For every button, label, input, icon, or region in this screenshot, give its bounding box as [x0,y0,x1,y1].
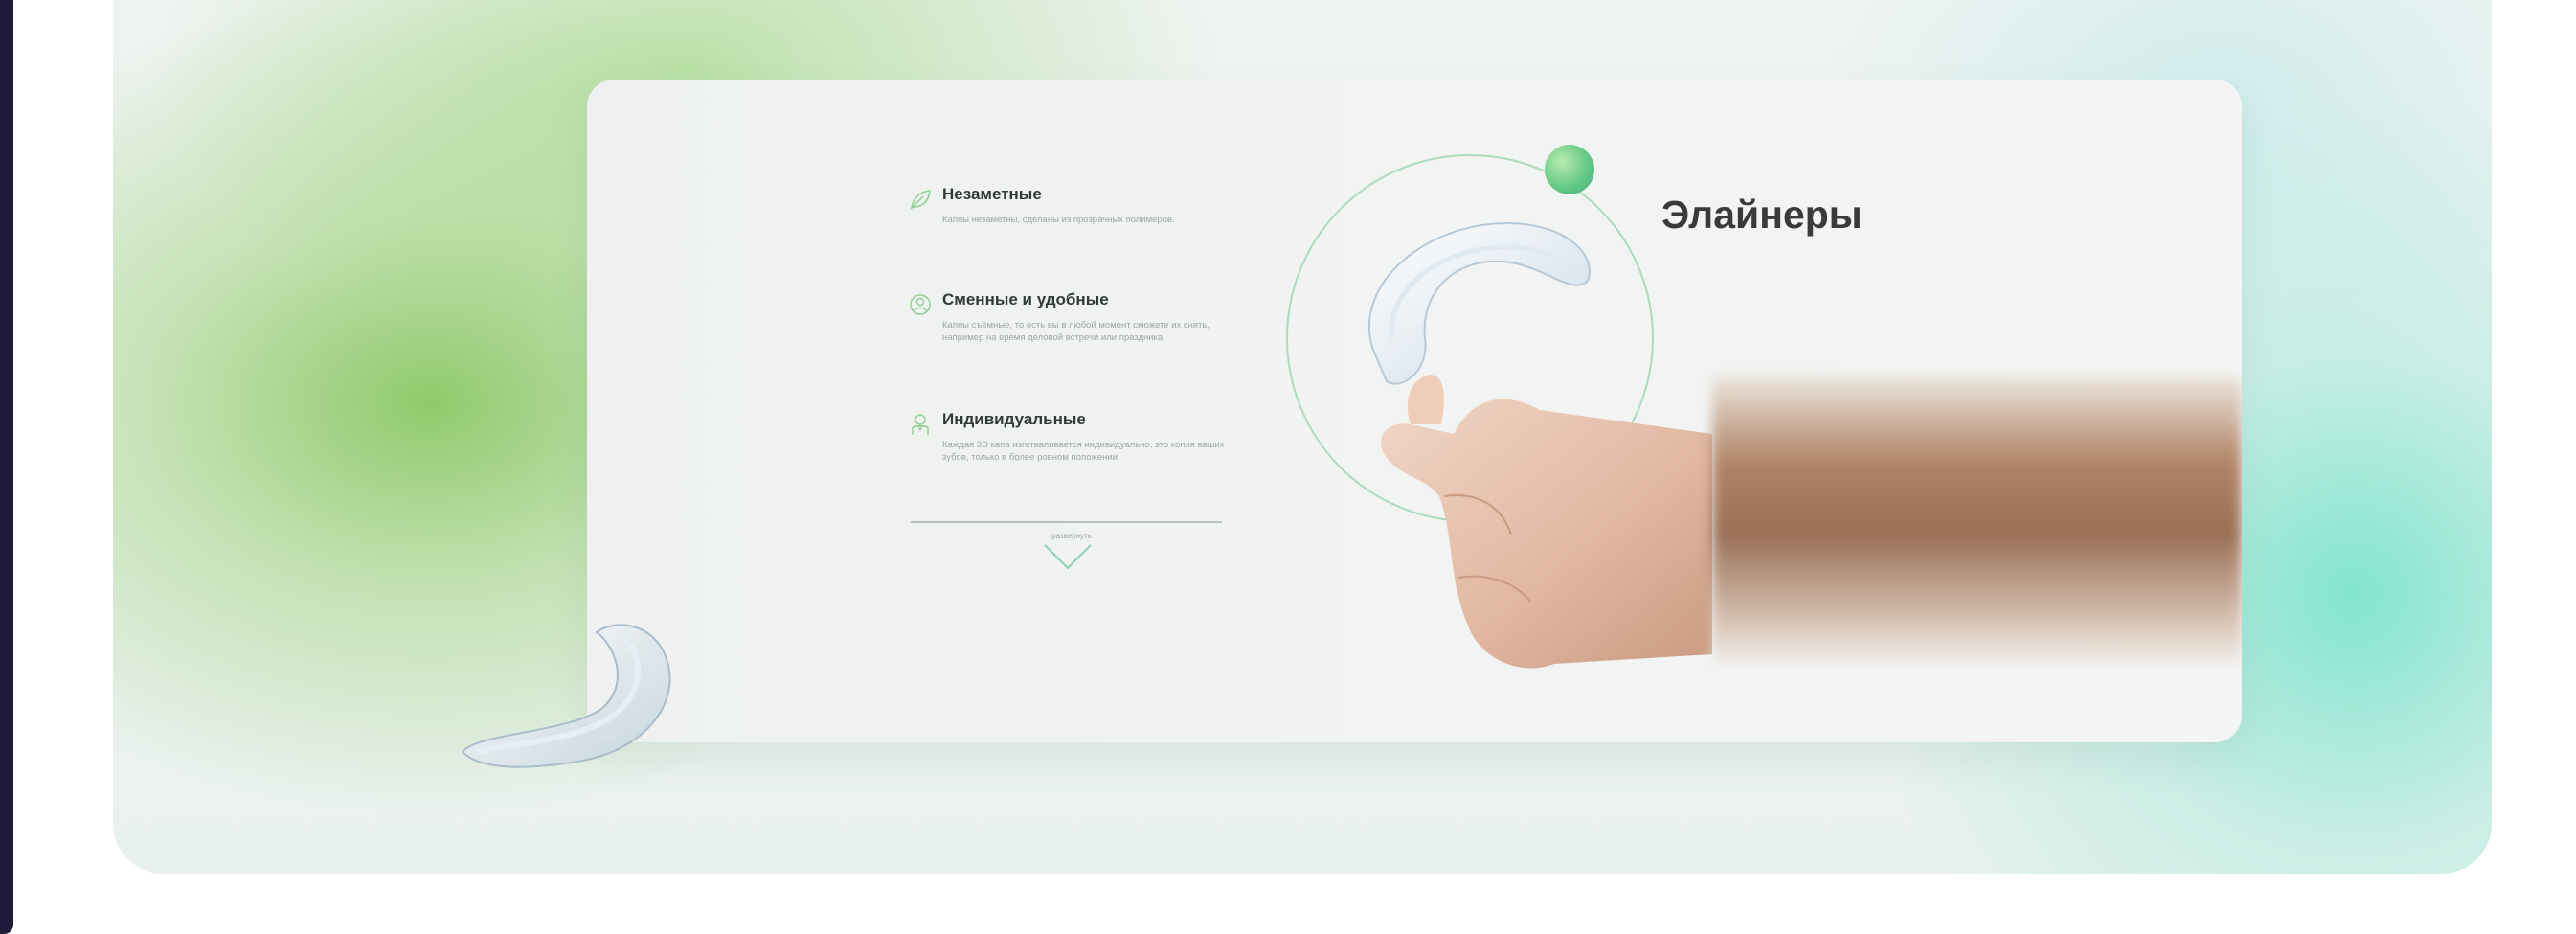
sidebar-edge [0,0,13,934]
chevron-down-icon[interactable] [1039,537,1096,576]
blurred-arm-region [1712,376,2242,664]
feature-title: Индивидуальные [942,410,1086,428]
feature-individual: Индивидуальные Каждая 3D капа изготавлив… [908,410,1233,496]
person-icon [908,292,933,317]
feature-title: Незаметные [942,185,1042,203]
promo-card: Незаметные Каппы незаметны, сделаны из п… [587,80,2242,742]
features-divider [911,521,1222,523]
feature-invisible: Незаметные Каппы незаметны, сделаны из п… [908,185,1233,271]
leaf-icon [908,187,933,212]
page-title: Элайнеры [1661,193,1863,237]
feature-description: Каппы незаметны, сделаны из прозрачных п… [942,215,1175,225]
green-dot-decoration [1545,145,1594,194]
feature-removable: Сменные и удобные Каппы съёмные, то есть… [908,290,1233,376]
hero-backdrop: Незаметные Каппы незаметны, сделаны из п… [113,0,2492,874]
profile-icon [908,412,933,437]
feature-title: Сменные и удобные [942,290,1109,308]
floating-aligner-image [461,624,671,768]
feature-description: Каждая 3D капа изготавливается индивидуа… [942,440,1225,463]
page: Незаметные Каппы незаметны, сделаны из п… [0,0,2576,934]
feature-description: Каппы съёмные, то есть вы в любой момент… [942,320,1209,343]
